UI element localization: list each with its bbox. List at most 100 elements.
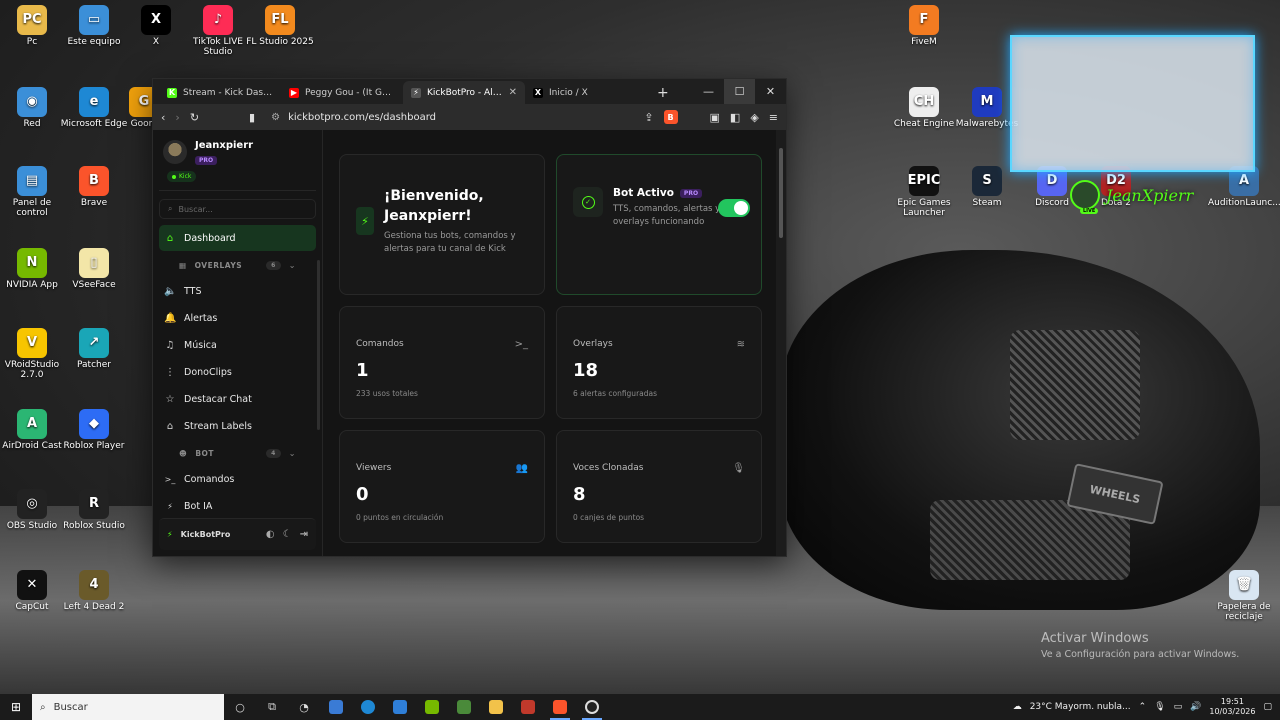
stat-header: Overlays ≋: [573, 339, 745, 350]
section-overlays[interactable]: ▦ OVERLAYS 6 ⌄: [159, 252, 316, 278]
sidebar-item-dashboard[interactable]: ⌂ Dashboard: [159, 225, 316, 251]
sidebar-item-destacar-chat[interactable]: ☆ Destacar Chat: [159, 386, 316, 412]
browser-tab[interactable]: X Inicio / X: [525, 81, 647, 104]
desktop-icon[interactable]: CH Cheat Engine: [888, 87, 960, 130]
cortana-icon[interactable]: ○: [224, 694, 256, 720]
desktop-icon-label: Roblox Studio: [63, 521, 125, 531]
app-icon: F: [909, 5, 939, 35]
browser-tab[interactable]: ⚡ KickBotPro - All-in-One ✕: [403, 81, 525, 104]
sidebar-item-música[interactable]: ♫ Música: [159, 332, 316, 358]
task-view-icon[interactable]: ⧉: [256, 694, 288, 720]
brave-taskbar-icon[interactable]: [544, 694, 576, 720]
mail-icon[interactable]: [384, 694, 416, 720]
terminal-icon: >_: [164, 474, 176, 484]
sidebar-item-alertas[interactable]: 🔔 Alertas: [159, 305, 316, 331]
bolt-icon: ⚡: [356, 207, 374, 235]
bookmark-icon[interactable]: ▮: [249, 111, 255, 124]
section-bot[interactable]: ☻ BOT 4 ⌄: [159, 440, 316, 466]
file-explorer-icon[interactable]: [480, 694, 512, 720]
edge-taskbar-icon[interactable]: [352, 694, 384, 720]
sidebar-item-comandos[interactable]: >_ Comandos: [159, 466, 316, 492]
moon-icon[interactable]: ☾: [283, 529, 292, 540]
menu-icon[interactable]: ≡: [769, 111, 778, 124]
browser-tab[interactable]: K Stream - Kick Dashboard: [159, 81, 281, 104]
sidebar-item-bot-ia[interactable]: ⚡ Bot IA: [159, 493, 316, 519]
site-info-icon[interactable]: ⚙: [271, 112, 280, 123]
section-label: OVERLAYS: [194, 260, 243, 270]
reload-icon[interactable]: ↻: [190, 111, 199, 124]
check-circle-icon: ✓: [573, 187, 603, 217]
desktop-icon[interactable]: B Brave: [58, 166, 130, 209]
desktop-icon[interactable]: ◆ Roblox Player: [58, 409, 130, 452]
volume-icon[interactable]: 🔊: [1190, 702, 1201, 712]
sidebar-toggle-icon[interactable]: ◧: [730, 111, 740, 124]
notification-icon[interactable]: ▢: [1263, 702, 1272, 712]
desktop-icon[interactable]: R Roblox Studio: [58, 489, 130, 532]
back-icon[interactable]: ‹: [161, 111, 165, 124]
media-icon[interactable]: ▣: [710, 111, 720, 124]
share-icon[interactable]: ⇪: [644, 111, 653, 124]
search-icon: ⌕: [168, 204, 173, 213]
section-count: 6: [266, 260, 281, 270]
sidebar-scrollbar[interactable]: [317, 260, 320, 430]
user-profile[interactable]: Jeanxpierr PRO: [159, 138, 316, 167]
desktop-icon[interactable]: 4 Left 4 Dead 2: [58, 570, 130, 613]
weather-text[interactable]: 23°C Mayorm. nubla...: [1030, 702, 1131, 712]
app-taskbar-icon[interactable]: [512, 694, 544, 720]
mic-icon[interactable]: 🎙: [1154, 702, 1165, 712]
show-hidden-icons[interactable]: ⌃: [1139, 702, 1147, 712]
sidebar-item-donoclips[interactable]: ⋮ DonoClips: [159, 359, 316, 385]
palette-icon[interactable]: ◐: [266, 529, 275, 540]
welcome-card: ⚡ ¡Bienvenido, Jeanxpierr! Gestiona tus …: [339, 154, 545, 295]
page-scrollbar[interactable]: [776, 130, 786, 556]
sidebar-item-stream-labels[interactable]: ⌂ Stream Labels: [159, 413, 316, 439]
browser-tab[interactable]: ▶ Peggy Gou - (It Goes Like: [281, 81, 403, 104]
new-tab-button[interactable]: +: [647, 81, 679, 104]
logout-icon[interactable]: ⇥: [300, 529, 308, 540]
clock[interactable]: 19:51 10/03/2026: [1209, 697, 1255, 718]
maximize-button[interactable]: ☐: [724, 79, 755, 104]
obs-taskbar-icon[interactable]: [576, 694, 608, 720]
app-icon: 🗑: [1229, 570, 1259, 600]
desktop-icon[interactable]: S Steam: [951, 166, 1023, 209]
nvidia-taskbar-icon[interactable]: [416, 694, 448, 720]
sidebar-item-label: Alertas: [184, 312, 218, 324]
tab-title: Peggy Gou - (It Goes Like: [305, 87, 395, 98]
stat-card-viewers: Viewers 👥 0 0 puntos en circulación: [339, 430, 545, 543]
url-field[interactable]: ⚙ kickbotpro.com/es/dashboard: [271, 112, 634, 123]
vroid-taskbar-icon[interactable]: [448, 694, 480, 720]
windows-start-icon[interactable]: ⊞: [0, 694, 32, 720]
vpn-icon[interactable]: ◈: [750, 111, 758, 124]
taskbar-search-input[interactable]: ⌕ Buscar: [32, 694, 224, 720]
desktop-icon[interactable]: ▯ VSeeFace: [58, 248, 130, 291]
network-icon[interactable]: ▭: [1174, 702, 1183, 712]
forward-icon[interactable]: ›: [175, 111, 179, 124]
desktop-icon[interactable]: ↗ Patcher: [58, 328, 130, 371]
store-icon[interactable]: [320, 694, 352, 720]
sidebar-item-label: TTS: [184, 285, 202, 297]
sidebar-search-input[interactable]: ⌕ Buscar...: [159, 199, 316, 219]
bot-status-title: Bot Activo PRO: [613, 187, 723, 199]
tab-favicon-icon: X: [533, 87, 543, 98]
app-icon: e: [79, 87, 109, 117]
desktop-icon[interactable]: EPIC Epic Games Launcher: [888, 166, 960, 219]
desktop-icon[interactable]: FL FL Studio 2025: [244, 5, 316, 48]
stream-overlay-preview: [1010, 35, 1255, 172]
bot-status-subtitle: TTS, comandos, alertas y overlays funcio…: [613, 204, 721, 227]
brave-shields-icon[interactable]: B: [663, 110, 678, 124]
wallpaper-grille: [1010, 330, 1140, 440]
sidebar-nav: ⌂ Dashboard ▦ OVERLAYS 6 ⌄ 🔈 TTS 🔔 Alertas ♫…: [159, 225, 316, 519]
desktop-icon-label: VSeeFace: [72, 280, 116, 290]
close-window-button[interactable]: ✕: [755, 79, 786, 104]
weather-icon[interactable]: ☁: [1013, 702, 1022, 712]
desktop-icon[interactable]: A AuditionLaunc...: [1208, 166, 1280, 209]
sidebar-item-label: Música: [184, 339, 217, 351]
speedometer-icon[interactable]: ◔: [288, 694, 320, 720]
desktop-icon[interactable]: F FiveM: [888, 5, 960, 48]
desktop-icon[interactable]: 🗑 Papelera de reciclaje: [1208, 570, 1280, 623]
sidebar-item-tts[interactable]: 🔈 TTS: [159, 278, 316, 304]
stat-value: 1: [356, 360, 369, 381]
close-tab-icon[interactable]: ✕: [509, 87, 517, 98]
minimize-button[interactable]: —: [693, 79, 724, 104]
bot-active-toggle[interactable]: [718, 199, 750, 217]
